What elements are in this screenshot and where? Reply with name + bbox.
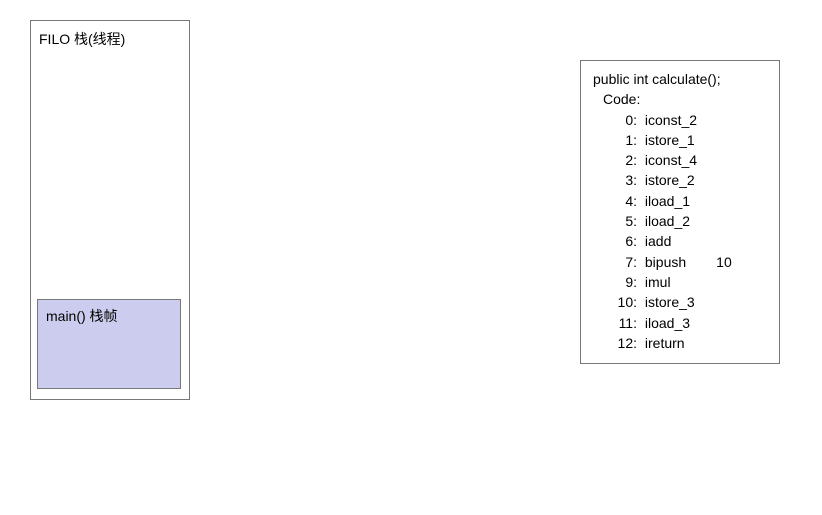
instruction-row: 1: istore_1 xyxy=(593,130,769,150)
instruction-opcode: iconst_2 xyxy=(641,110,697,130)
instruction-row: 3: istore_2 xyxy=(593,170,769,190)
instruction-list: 0: iconst_21: istore_12: iconst_43: isto… xyxy=(593,110,769,354)
instruction-index: 6: xyxy=(615,231,637,251)
instruction-opcode: iload_2 xyxy=(641,211,690,231)
instruction-opcode: iconst_4 xyxy=(641,150,697,170)
instruction-opcode: istore_1 xyxy=(641,130,695,150)
thread-stack-box: FILO 栈(线程) main() 栈帧 xyxy=(30,20,190,400)
instruction-index: 1: xyxy=(615,130,637,150)
instruction-index: 9: xyxy=(615,272,637,292)
instruction-index: 0: xyxy=(615,110,637,130)
method-signature: public int calculate(); xyxy=(593,69,769,89)
instruction-row: 6: iadd xyxy=(593,231,769,251)
bytecode-box: public int calculate(); Code: 0: iconst_… xyxy=(580,60,780,364)
instruction-row: 10: istore_3 xyxy=(593,292,769,312)
instruction-index: 7: xyxy=(615,252,637,272)
code-label: Code: xyxy=(593,89,769,109)
instruction-opcode: istore_2 xyxy=(641,170,695,190)
instruction-index: 3: xyxy=(615,170,637,190)
stack-frame-main: main() 栈帧 xyxy=(37,299,181,389)
instruction-row: 7: bipush 10 xyxy=(593,252,769,272)
instruction-arg: 10 xyxy=(716,252,732,272)
instruction-opcode: iload_1 xyxy=(641,191,690,211)
stack-title: FILO 栈(线程) xyxy=(39,29,125,49)
instruction-row: 2: iconst_4 xyxy=(593,150,769,170)
instruction-opcode: bipush xyxy=(641,252,686,272)
instruction-opcode: imul xyxy=(641,272,671,292)
instruction-opcode: iadd xyxy=(641,231,671,251)
instruction-opcode: iload_3 xyxy=(641,313,690,333)
instruction-index: 11: xyxy=(615,313,637,333)
instruction-row: 12: ireturn xyxy=(593,333,769,353)
instruction-index: 5: xyxy=(615,211,637,231)
instruction-row: 9: imul xyxy=(593,272,769,292)
instruction-row: 4: iload_1 xyxy=(593,191,769,211)
instruction-row: 5: iload_2 xyxy=(593,211,769,231)
instruction-index: 12: xyxy=(615,333,637,353)
instruction-row: 0: iconst_2 xyxy=(593,110,769,130)
instruction-index: 10: xyxy=(615,292,637,312)
instruction-opcode: istore_3 xyxy=(641,292,695,312)
stack-frame-label: main() 栈帧 xyxy=(38,300,180,332)
instruction-row: 11: iload_3 xyxy=(593,313,769,333)
instruction-index: 2: xyxy=(615,150,637,170)
instruction-index: 4: xyxy=(615,191,637,211)
instruction-opcode: ireturn xyxy=(641,333,685,353)
